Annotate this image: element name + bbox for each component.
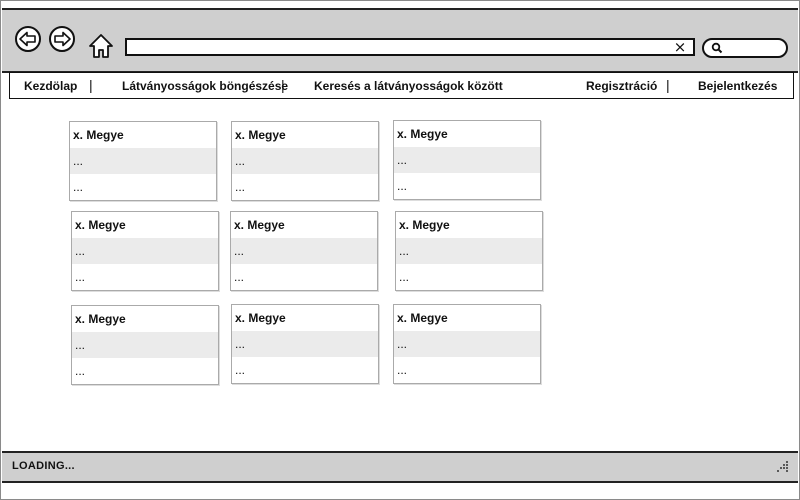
county-card[interactable]: x. Megye ... ... [69,121,217,201]
county-card-row: ... [72,238,218,264]
county-card-row: ... [397,179,408,193]
close-icon: ⨯ [673,38,687,56]
nav-item-home[interactable]: Kezdölap [24,79,77,93]
home-button[interactable] [87,32,115,60]
status-bar: LOADING... [2,451,798,483]
county-card-row: ... [235,363,246,377]
county-card-row: ... [235,180,246,194]
nav-item-register[interactable]: Regisztráció [586,79,657,93]
county-card-title: x. Megye [399,218,450,232]
nav-separator: | [281,77,285,93]
county-card-title: x. Megye [397,127,448,141]
county-card-row: ... [232,331,378,357]
county-card[interactable]: x. Megye ... ... [231,121,379,201]
nav-separator: | [89,77,93,93]
county-card[interactable]: x. Megye ... ... [71,211,219,291]
county-card-row: ... [73,180,84,194]
county-card[interactable]: x. Megye ... ... [393,120,541,200]
status-text: LOADING... [12,460,75,472]
county-card-title: x. Megye [397,311,448,325]
county-card[interactable]: x. Megye ... ... [231,304,379,384]
nav-item-browse-sights[interactable]: Látványosságok böngészése [122,79,288,93]
county-card-row: ... [394,331,540,357]
county-card[interactable]: x. Megye ... ... [71,305,219,385]
county-card-row: ... [397,363,408,377]
clear-url-button[interactable]: ⨯ [669,38,691,56]
search-icon [711,42,723,54]
forward-arrow-icon [54,31,71,47]
county-card-row: ... [231,238,377,264]
address-bar[interactable] [125,38,695,56]
county-card-row: ... [72,332,218,358]
back-arrow-icon [19,31,36,47]
county-card-title: x. Megye [75,312,126,326]
forward-button[interactable] [49,26,75,52]
county-card-title: x. Megye [73,128,124,142]
county-card[interactable]: x. Megye ... ... [393,304,541,384]
search-input[interactable] [702,38,788,58]
county-card-row: ... [399,270,410,284]
county-card-row: ... [396,238,542,264]
nav-separator: | [666,77,670,93]
county-card-row: ... [232,148,378,174]
county-card-title: x. Megye [235,311,286,325]
county-card-title: x. Megye [234,218,285,232]
browser-window: ⨯ Kezdölap | Látványosságok böngészése |… [0,0,800,500]
county-card-row: ... [394,147,540,173]
nav-item-login[interactable]: Bejelentkezés [698,79,777,93]
county-card-row: ... [234,270,245,284]
nav-item-search-sights[interactable]: Keresés a látványosságok között [314,79,503,93]
county-card-row: ... [75,270,86,284]
resize-grip-icon[interactable] [776,459,790,473]
back-button[interactable] [15,26,41,52]
county-card-title: x. Megye [75,218,126,232]
county-card[interactable]: x. Megye ... ... [395,211,543,291]
county-card-title: x. Megye [235,128,286,142]
county-card-row: ... [75,364,86,378]
home-icon [89,34,113,58]
county-card[interactable]: x. Megye ... ... [230,211,378,291]
county-card-row: ... [70,148,216,174]
